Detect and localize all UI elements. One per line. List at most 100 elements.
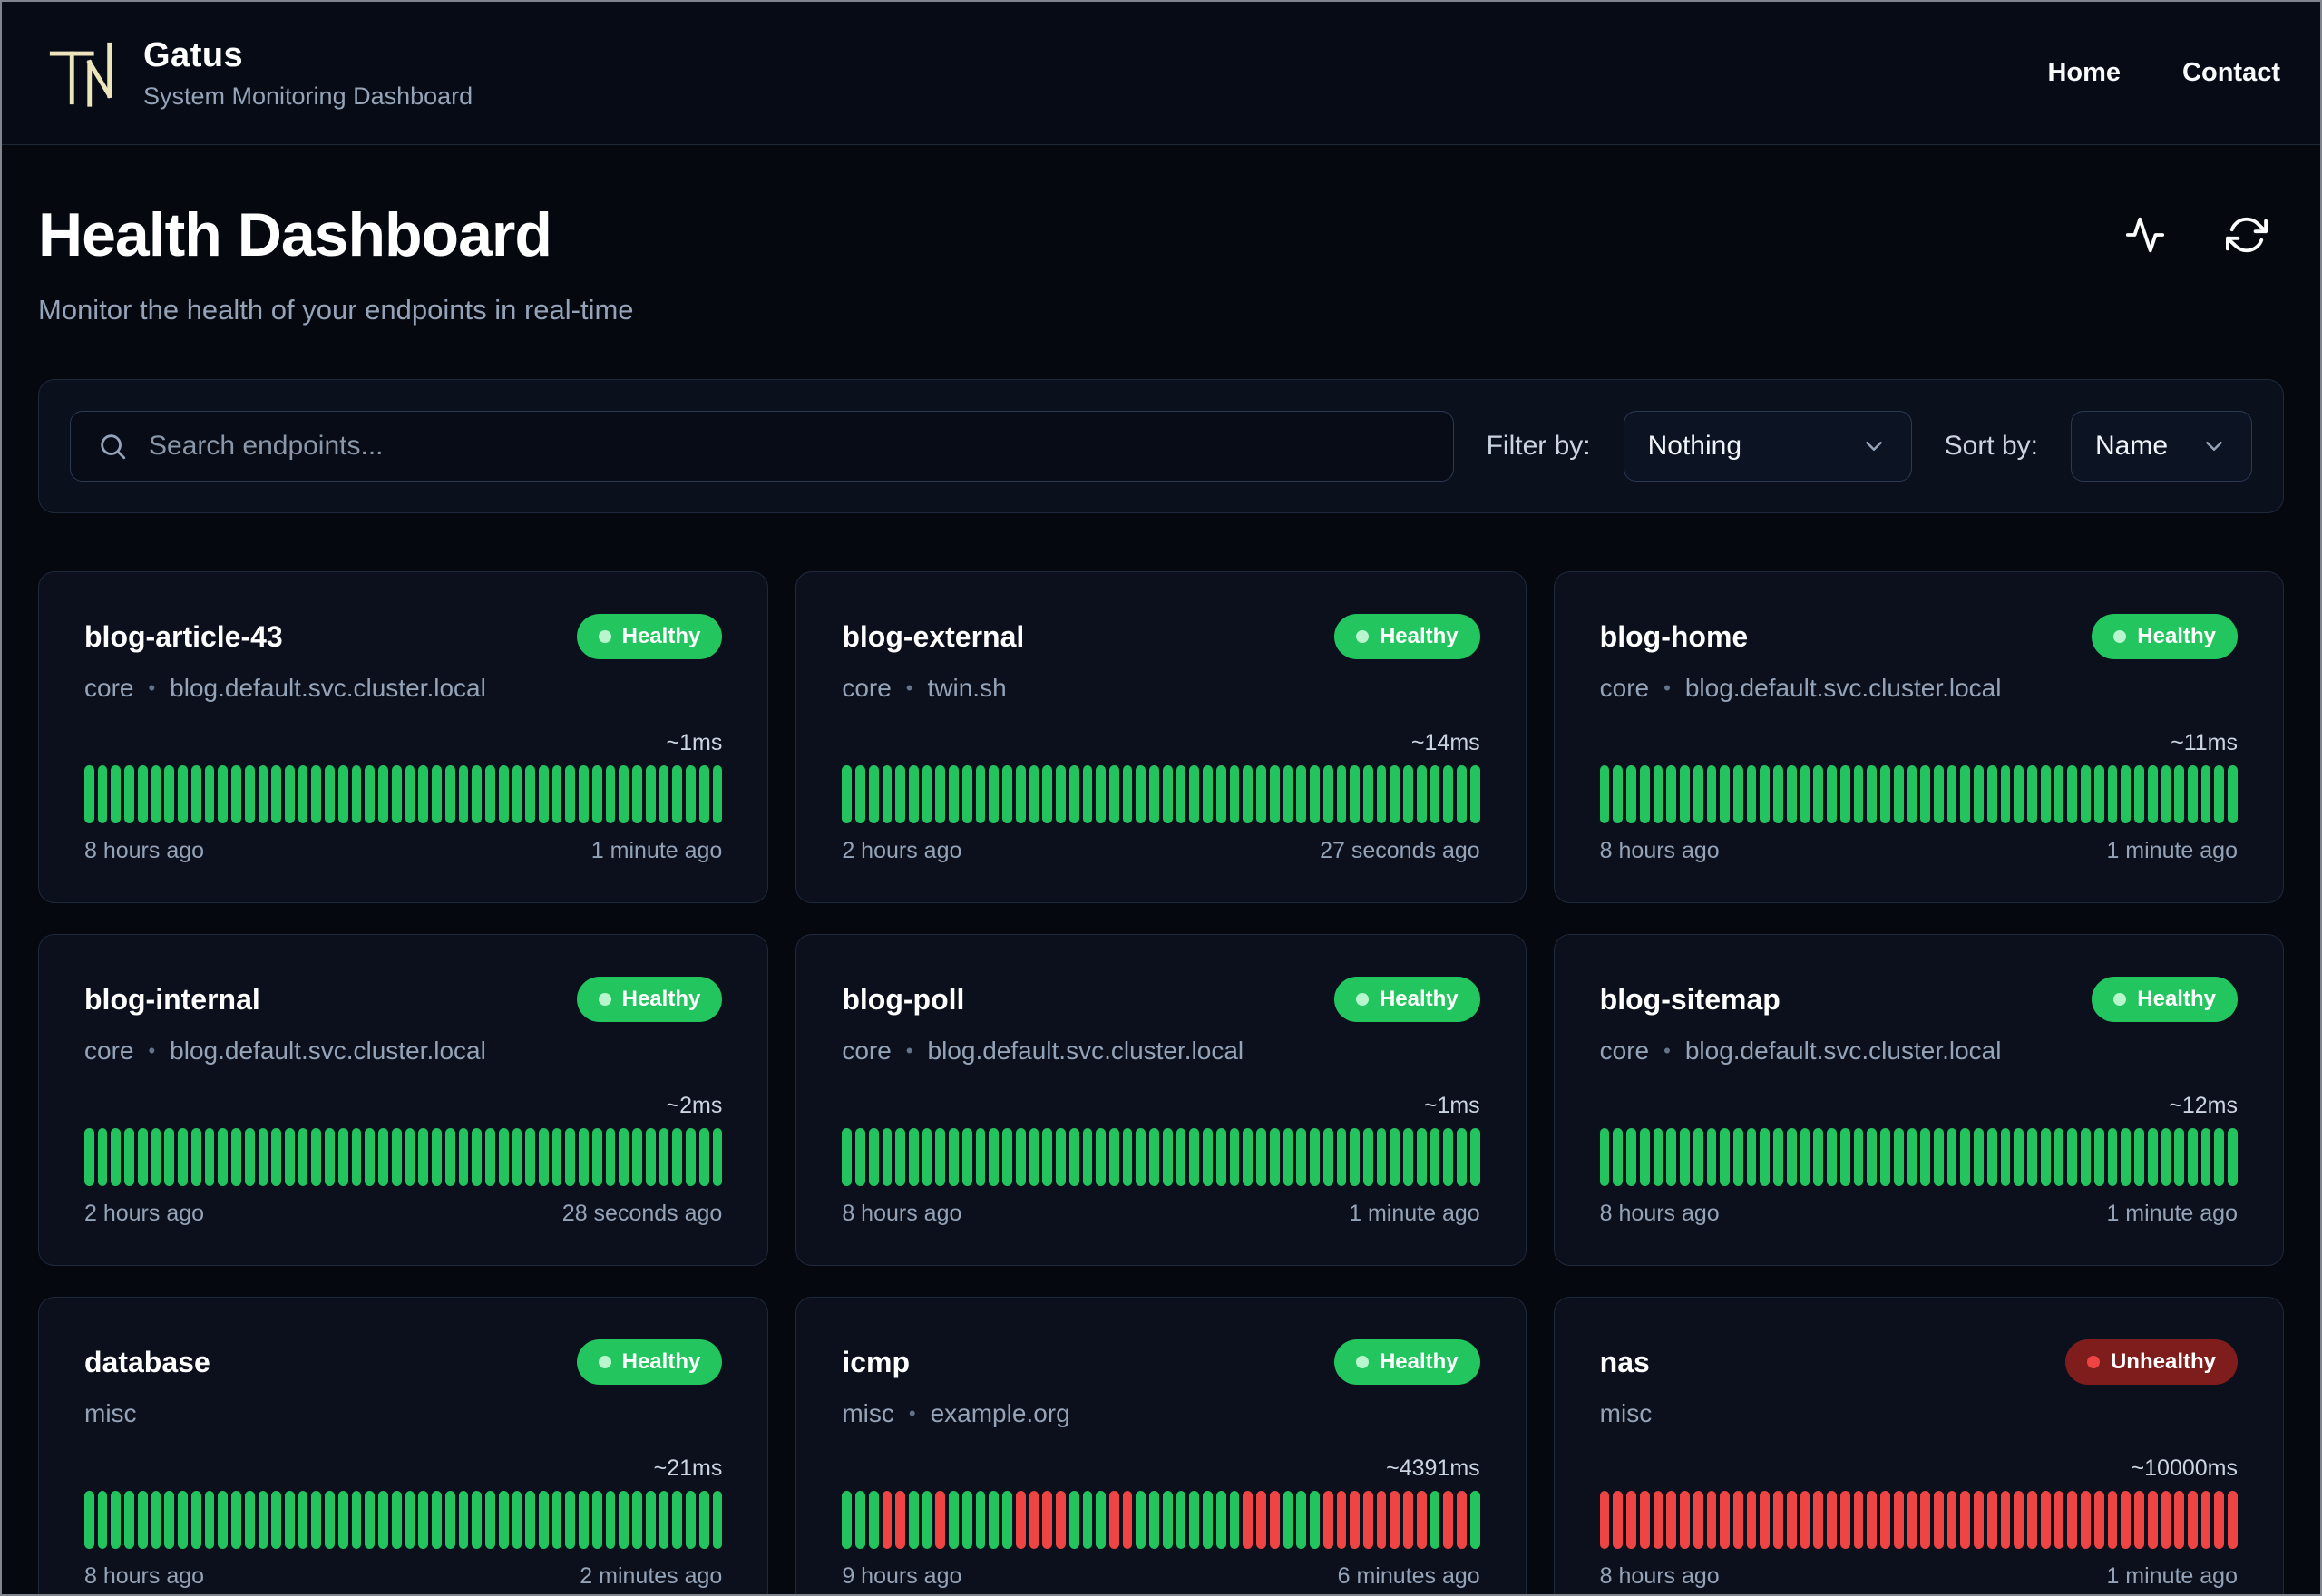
uptime-bar[interactable]	[325, 765, 335, 823]
uptime-bar[interactable]	[1256, 765, 1266, 823]
uptime-bar[interactable]	[1229, 765, 1240, 823]
uptime-bar[interactable]	[351, 1128, 362, 1186]
uptime-bar[interactable]	[1880, 1491, 1890, 1549]
uptime-bar[interactable]	[895, 1128, 905, 1186]
uptime-bar[interactable]	[311, 765, 322, 823]
filter-select[interactable]: Nothing	[1623, 411, 1912, 482]
uptime-bar[interactable]	[1827, 765, 1837, 823]
uptime-bar[interactable]	[1042, 1491, 1053, 1549]
uptime-bar[interactable]	[1839, 765, 1850, 823]
uptime-bar[interactable]	[961, 1128, 972, 1186]
uptime-bar[interactable]	[1760, 765, 1771, 823]
uptime-bar[interactable]	[1122, 1491, 1133, 1549]
uptime-bar[interactable]	[365, 765, 376, 823]
uptime-bar[interactable]	[498, 1128, 509, 1186]
uptime-bar[interactable]	[632, 1491, 642, 1549]
uptime-bar[interactable]	[1068, 1128, 1079, 1186]
uptime-bar[interactable]	[1350, 1491, 1360, 1549]
endpoint-card[interactable]: blog-article-43 Healthy core • blog.defa…	[38, 571, 769, 903]
uptime-bar[interactable]	[1215, 1491, 1226, 1549]
uptime-bar[interactable]	[1599, 765, 1610, 823]
uptime-bar[interactable]	[2121, 1128, 2132, 1186]
uptime-bar[interactable]	[1403, 765, 1413, 823]
uptime-bar[interactable]	[989, 1128, 1000, 1186]
uptime-bar[interactable]	[258, 765, 268, 823]
uptime-bar[interactable]	[935, 765, 946, 823]
uptime-bar[interactable]	[405, 1491, 415, 1549]
uptime-bar[interactable]	[190, 765, 201, 823]
uptime-bar[interactable]	[97, 1128, 108, 1186]
uptime-bar[interactable]	[485, 1128, 495, 1186]
uptime-bar[interactable]	[1296, 765, 1307, 823]
uptime-bar[interactable]	[1176, 1491, 1186, 1549]
uptime-bar[interactable]	[1096, 1491, 1107, 1549]
uptime-bar[interactable]	[1907, 765, 1917, 823]
uptime-bar[interactable]	[1350, 1128, 1360, 1186]
uptime-bar[interactable]	[1429, 765, 1440, 823]
uptime-bar[interactable]	[1839, 1491, 1850, 1549]
uptime-bar[interactable]	[1443, 765, 1454, 823]
uptime-bar[interactable]	[1096, 765, 1107, 823]
uptime-bar[interactable]	[418, 1491, 429, 1549]
uptime-bar[interactable]	[2214, 1128, 2225, 1186]
uptime-bar[interactable]	[1907, 1491, 1917, 1549]
uptime-bar[interactable]	[351, 765, 362, 823]
uptime-bar[interactable]	[1229, 1491, 1240, 1549]
uptime-bar[interactable]	[1002, 1491, 1012, 1549]
uptime-bar[interactable]	[1068, 1491, 1079, 1549]
uptime-bar[interactable]	[659, 765, 669, 823]
uptime-bar[interactable]	[712, 1491, 723, 1549]
endpoint-card[interactable]: nas Unhealthy misc ~10000ms 8 hours ago …	[1553, 1297, 2284, 1594]
uptime-bar[interactable]	[949, 765, 959, 823]
uptime-bar[interactable]	[1746, 1491, 1757, 1549]
uptime-bar[interactable]	[2040, 1128, 2051, 1186]
uptime-bar[interactable]	[855, 1491, 865, 1549]
uptime-bar[interactable]	[538, 1128, 549, 1186]
sort-select[interactable]: Name	[2071, 411, 2252, 482]
uptime-bar[interactable]	[1256, 1491, 1266, 1549]
uptime-bar[interactable]	[2161, 1491, 2171, 1549]
uptime-bar[interactable]	[1853, 1491, 1864, 1549]
uptime-bar[interactable]	[855, 765, 865, 823]
uptime-bar[interactable]	[579, 765, 589, 823]
uptime-bar[interactable]	[244, 1491, 255, 1549]
uptime-bar[interactable]	[975, 1491, 986, 1549]
uptime-bar[interactable]	[2214, 1491, 2225, 1549]
uptime-bar[interactable]	[1946, 1128, 1957, 1186]
uptime-bar[interactable]	[1469, 1491, 1480, 1549]
uptime-bar[interactable]	[565, 765, 576, 823]
uptime-bar[interactable]	[365, 1491, 376, 1549]
uptime-bar[interactable]	[909, 1128, 919, 1186]
uptime-bar[interactable]	[271, 765, 282, 823]
uptime-bar[interactable]	[1653, 1128, 1663, 1186]
uptime-bar[interactable]	[1960, 1128, 1971, 1186]
uptime-bar[interactable]	[1256, 1128, 1266, 1186]
uptime-bar[interactable]	[458, 1128, 469, 1186]
uptime-bar[interactable]	[458, 1491, 469, 1549]
uptime-bar[interactable]	[989, 1491, 1000, 1549]
uptime-bar[interactable]	[271, 1491, 282, 1549]
uptime-bar[interactable]	[1229, 1128, 1240, 1186]
uptime-bar[interactable]	[1269, 765, 1280, 823]
uptime-bar[interactable]	[2081, 765, 2091, 823]
uptime-bar[interactable]	[1827, 1128, 1837, 1186]
uptime-bar[interactable]	[2014, 765, 2024, 823]
uptime-bar[interactable]	[1986, 1128, 1997, 1186]
uptime-bar[interactable]	[1960, 765, 1971, 823]
uptime-bar[interactable]	[525, 1128, 535, 1186]
uptime-bar[interactable]	[1322, 1491, 1333, 1549]
uptime-bar[interactable]	[1693, 1128, 1703, 1186]
uptime-bar[interactable]	[551, 765, 562, 823]
uptime-bar[interactable]	[1429, 1491, 1440, 1549]
uptime-bar[interactable]	[579, 1128, 589, 1186]
uptime-bar[interactable]	[1002, 765, 1012, 823]
uptime-bar[interactable]	[1189, 1128, 1200, 1186]
uptime-bar[interactable]	[298, 765, 308, 823]
uptime-bar[interactable]	[1215, 1128, 1226, 1186]
uptime-bar[interactable]	[632, 765, 642, 823]
uptime-bar[interactable]	[2147, 1128, 2158, 1186]
uptime-bar[interactable]	[2040, 765, 2051, 823]
uptime-bar[interactable]	[1296, 1128, 1307, 1186]
uptime-bar[interactable]	[1416, 1491, 1427, 1549]
uptime-bar[interactable]	[2121, 765, 2132, 823]
